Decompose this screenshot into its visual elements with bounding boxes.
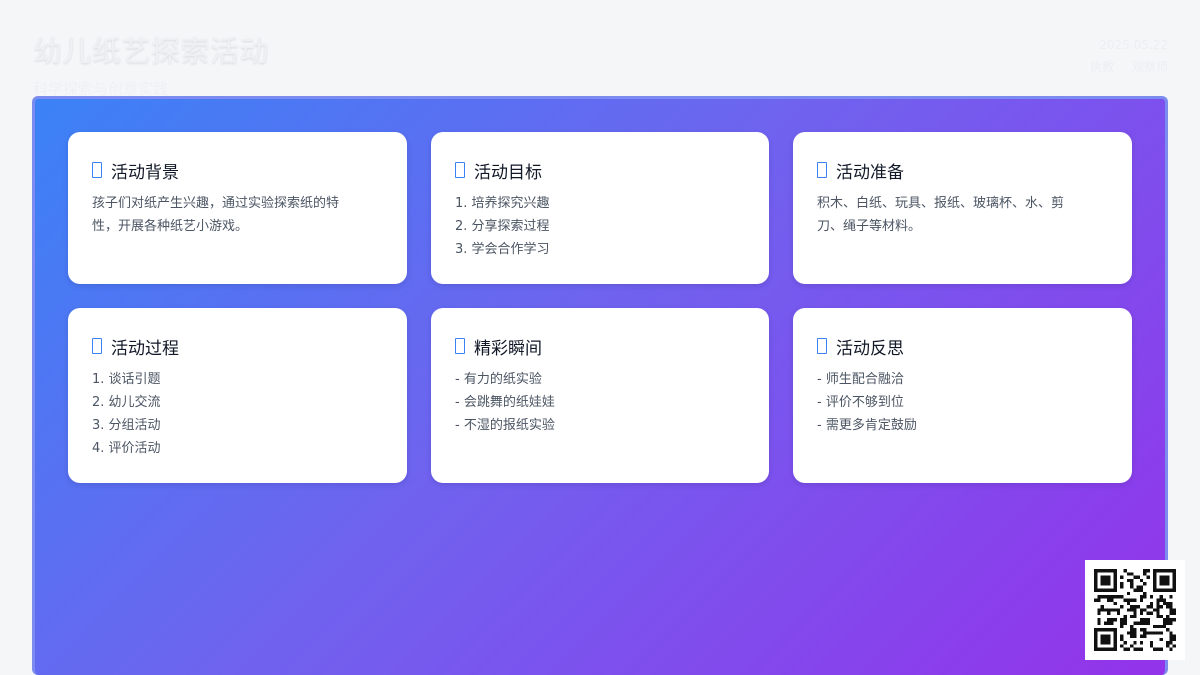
card-title: 活动背景: [111, 162, 179, 183]
content-panel: 活动背景 孩子们对纸产生兴趣，通过实验探索纸的特性，开展各种纸艺小游戏。 活动目…: [32, 96, 1168, 675]
list-item: - 评价不够到位: [817, 395, 904, 410]
list-item: - 会跳舞的纸娃娃: [455, 395, 555, 410]
card-title: 活动过程: [111, 338, 179, 359]
list-item: 1. 谈话引题: [92, 372, 161, 387]
card-list: 1. 培养探究兴趣 2. 分享探索过程 3. 学会合作学习: [455, 192, 745, 261]
card-preparation: 活动准备 积木、白纸、玩具、报纸、玻璃杯、水、剪刀、绳子等材料。: [793, 132, 1132, 284]
card-background: 活动背景 孩子们对纸产生兴趣，通过实验探索纸的特性，开展各种纸艺小游戏。: [68, 132, 407, 284]
document-icon: [455, 338, 465, 354]
list-item: - 师生配合融洽: [817, 372, 904, 387]
card-title: 活动反思: [836, 338, 904, 359]
person-label: 执教: [1090, 60, 1115, 74]
card-reflection: 活动反思 - 师生配合融洽 - 评价不够到位 - 需更多肯定鼓励: [793, 308, 1132, 483]
qr-code-graphic: [1094, 569, 1176, 651]
person-label: 观察师: [1131, 60, 1168, 74]
card-list: - 师生配合融洽 - 评价不够到位 - 需更多肯定鼓励: [817, 368, 1108, 437]
page-header: 幼儿纸艺探索活动 科学探索与创意实践 2025.05.22 执教 观察师: [0, 0, 1200, 100]
card-title: 精彩瞬间: [474, 338, 542, 359]
list-item: 3. 分组活动: [92, 418, 161, 433]
document-icon: [817, 162, 827, 178]
card-goals: 活动目标 1. 培养探究兴趣 2. 分享探索过程 3. 学会合作学习: [431, 132, 769, 284]
list-item: 3. 学会合作学习: [455, 242, 550, 257]
card-process: 活动过程 1. 谈话引题 2. 幼儿交流 3. 分组活动 4. 评价活动: [68, 308, 407, 483]
list-item: - 有力的纸实验: [455, 372, 542, 387]
card-list: 1. 谈话引题 2. 幼儿交流 3. 分组活动 4. 评价活动: [92, 368, 383, 460]
list-item: 4. 评价活动: [92, 441, 161, 456]
card-text: 积木、白纸、玩具、报纸、玻璃杯、水、剪刀、绳子等材料。: [817, 196, 1065, 234]
document-icon: [92, 338, 102, 354]
people-list: 执教 观察师: [1076, 56, 1168, 78]
list-item: 2. 幼儿交流: [92, 395, 161, 410]
card-highlights: 精彩瞬间 - 有力的纸实验 - 会跳舞的纸娃娃 - 不湿的报纸实验: [431, 308, 769, 483]
list-item: 1. 培养探究兴趣: [455, 196, 550, 211]
card-grid: 活动背景 孩子们对纸产生兴趣，通过实验探索纸的特性，开展各种纸艺小游戏。 活动目…: [68, 132, 1132, 483]
card-title: 活动目标: [474, 162, 542, 183]
header-meta: 2025.05.22 执教 观察师: [1076, 34, 1168, 78]
list-item: - 不湿的报纸实验: [455, 418, 555, 433]
qr-code-icon[interactable]: [1085, 560, 1185, 660]
list-item: 2. 分享探索过程: [455, 219, 550, 234]
document-icon: [455, 162, 465, 178]
card-title: 活动准备: [836, 162, 904, 183]
list-item: - 需更多肯定鼓励: [817, 418, 917, 433]
page-title: 幼儿纸艺探索活动: [33, 34, 270, 68]
document-icon: [817, 338, 827, 354]
card-list: - 有力的纸实验 - 会跳舞的纸娃娃 - 不湿的报纸实验: [455, 368, 745, 437]
activity-date: 2025.05.22: [1099, 38, 1168, 52]
card-text: 孩子们对纸产生兴趣，通过实验探索纸的特性，开展各种纸艺小游戏。: [92, 196, 340, 234]
document-icon: [92, 162, 102, 178]
